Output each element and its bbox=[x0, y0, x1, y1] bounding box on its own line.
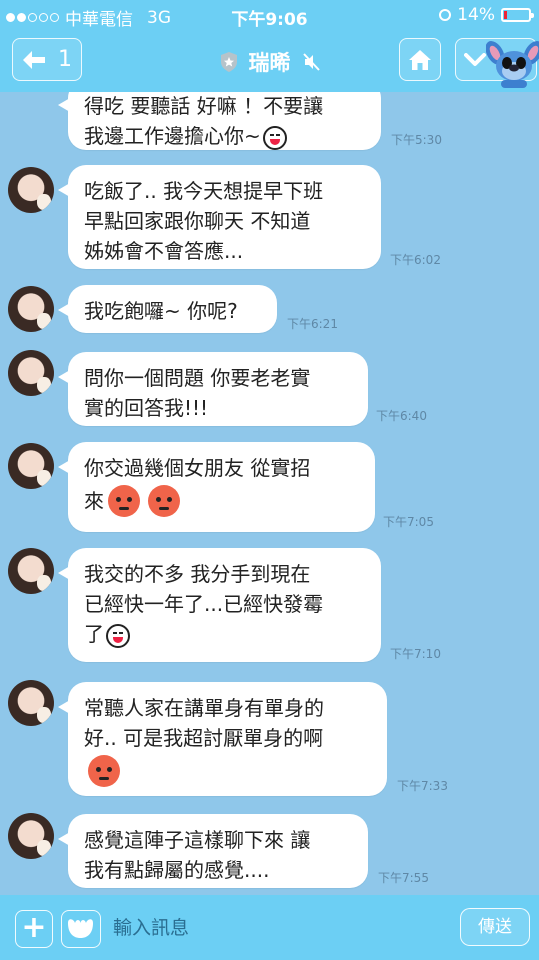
status-bar: 中華電信 3G 下午9:06 14% bbox=[0, 0, 539, 30]
avatar[interactable] bbox=[8, 443, 54, 489]
shield-icon bbox=[220, 52, 237, 72]
message-bubble: 吃飯了.. 我今天想提早下班 早點回家跟你聊天 不知道 姊姊會不會答應... bbox=[58, 165, 381, 269]
avatar[interactable] bbox=[8, 167, 54, 213]
message-bubble: 我交的不多 我分手到現在 已經快一年了...已經快發霉 了 bbox=[58, 548, 381, 662]
battery-percent: 14% bbox=[457, 5, 495, 25]
avatar[interactable] bbox=[8, 813, 54, 859]
message-line: 已經快一年了...已經快發霉 bbox=[84, 592, 324, 616]
message-line: 感覺這陣子這樣聊下來 讓 bbox=[84, 828, 311, 852]
message-time: 下午7:05 bbox=[383, 515, 434, 529]
message-line: 我有點歸屬的感覺.... bbox=[84, 858, 270, 882]
message-time: 下午7:10 bbox=[390, 647, 441, 661]
message-line: 常聽人家在講單身有單身的 bbox=[84, 696, 324, 720]
send-button[interactable]: 傳送 bbox=[460, 908, 530, 946]
message-list[interactable]: 得吃 要聽話 好嘛 ！不要讓 我邊工作邊擔心你~ 下午5:30 吃飯了.. 我今… bbox=[0, 92, 539, 895]
message-time: 下午7:33 bbox=[397, 779, 448, 793]
message-line: 我交的不多 我分手到現在 bbox=[84, 562, 311, 586]
sticker-icon bbox=[68, 919, 93, 938]
message-time: 下午7:55 bbox=[378, 871, 429, 885]
message-line: 我邊工作邊擔心你~ bbox=[84, 124, 261, 148]
message-line: 來 bbox=[84, 489, 104, 513]
message-time: 下午6:40 bbox=[376, 409, 427, 423]
message-bubble: 我吃飽囉~ 你呢? bbox=[58, 285, 277, 333]
plus-button[interactable]: + bbox=[15, 910, 53, 948]
mute-icon bbox=[302, 53, 320, 71]
message-bubble: 感覺這陣子這樣聊下來 讓 我有點歸屬的感覺.... bbox=[58, 814, 368, 888]
status-right-group: 14% bbox=[439, 5, 534, 25]
angry-emoji-icon bbox=[148, 485, 180, 517]
avatar[interactable] bbox=[8, 680, 54, 726]
message-time: 下午5:30 bbox=[391, 133, 442, 147]
message-line: 實的回答我!!! bbox=[84, 396, 209, 420]
message-line: 好.. 可是我超討厭單身的啊 bbox=[84, 726, 324, 750]
sticker-button[interactable] bbox=[61, 910, 101, 948]
message-line: 問你一個問題 你要老老實 bbox=[84, 366, 311, 390]
chat-header: 1 瑞晞 bbox=[0, 30, 539, 92]
message-line: 得吃 要聽話 好嘛 ！不要讓 bbox=[84, 94, 324, 118]
alarm-icon bbox=[439, 9, 452, 21]
message-input-bar: + 輸入訊息 傳送 bbox=[0, 895, 539, 960]
angry-emoji-icon bbox=[108, 485, 140, 517]
message-line: 姊姊會不會答應... bbox=[84, 239, 244, 263]
angry-emoji-icon bbox=[88, 755, 120, 787]
message-line: 我吃飽囉~ 你呢? bbox=[84, 299, 238, 323]
message-line: 吃飯了.. 我今天想提早下班 bbox=[84, 179, 324, 203]
message-bubble: 問你一個問題 你要老老實 實的回答我!!! bbox=[58, 352, 368, 426]
message-line: 早點回家跟你聊天 不知道 bbox=[84, 209, 311, 233]
message-bubble: 你交過幾個女朋友 從實招 來 bbox=[58, 442, 375, 532]
message-time: 下午6:02 bbox=[390, 253, 441, 267]
avatar[interactable] bbox=[8, 548, 54, 594]
chevron-down-icon bbox=[464, 52, 486, 66]
avatar[interactable] bbox=[8, 350, 54, 396]
contact-name: 瑞晞 bbox=[248, 51, 291, 75]
message-bubble: 得吃 要聽話 好嘛 ！不要讓 我邊工作邊擔心你~ bbox=[58, 92, 381, 150]
battery-icon bbox=[501, 8, 534, 22]
plus-icon: + bbox=[21, 910, 47, 945]
home-icon bbox=[409, 49, 431, 70]
home-button[interactable] bbox=[399, 38, 441, 81]
message-line: 你交過幾個女朋友 從實招 bbox=[84, 456, 311, 480]
message-line: 了 bbox=[84, 622, 104, 646]
message-time: 下午6:21 bbox=[287, 317, 338, 331]
message-input[interactable]: 輸入訊息 bbox=[113, 913, 189, 940]
laughing-emoji-icon bbox=[106, 623, 130, 648]
avatar[interactable] bbox=[8, 286, 54, 332]
message-bubble: 常聽人家在講單身有單身的 好.. 可是我超討厭單身的啊 bbox=[58, 682, 387, 796]
stitch-avatar[interactable] bbox=[486, 36, 539, 88]
laughing-emoji-icon bbox=[262, 125, 287, 150]
